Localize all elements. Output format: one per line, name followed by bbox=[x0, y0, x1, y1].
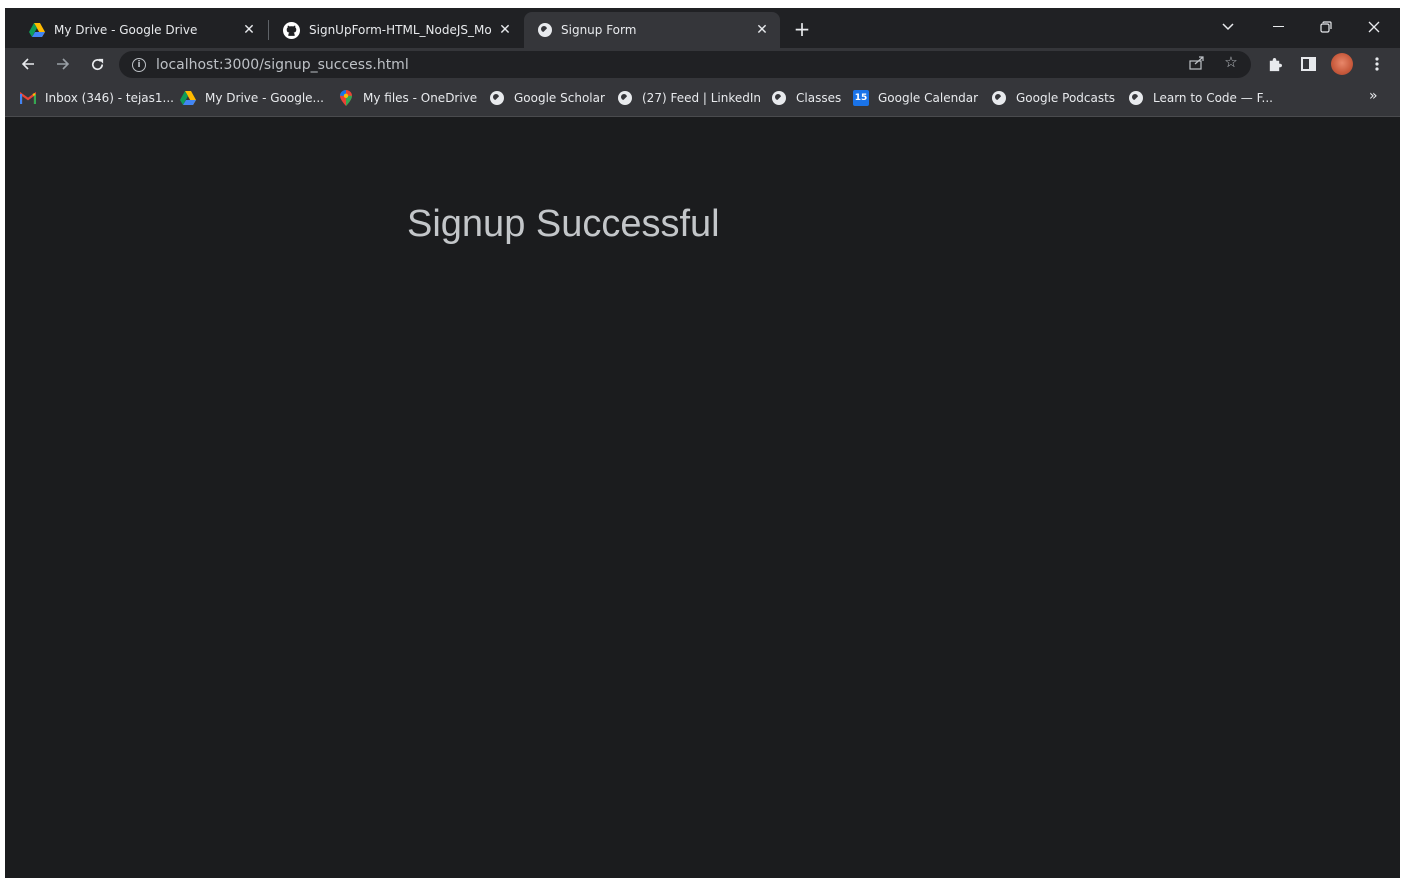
back-arrow-icon bbox=[21, 58, 34, 70]
bookmark-item[interactable]: Learn to Code — F... bbox=[1128, 89, 1273, 107]
close-icon[interactable]: ✕ bbox=[239, 20, 259, 40]
bookmark-item[interactable]: My Drive - Google... bbox=[180, 89, 324, 107]
bookmark-item[interactable]: My files - OneDrive bbox=[338, 89, 477, 107]
page-content: Signup Successful bbox=[5, 117, 1400, 878]
bookmark-label: (27) Feed | LinkedIn bbox=[642, 91, 762, 105]
bookmarks-bar: Inbox (346) - tejas1... My Drive - Googl… bbox=[5, 80, 1400, 117]
bookmark-item[interactable]: 15 Google Calendar bbox=[853, 89, 978, 107]
forward-button[interactable] bbox=[50, 51, 76, 77]
bookmark-label: Google Podcasts bbox=[1016, 91, 1116, 105]
tab-github[interactable]: SignUpForm-HTML_NodeJS_Mo ✕ bbox=[269, 12, 523, 48]
google-drive-icon bbox=[180, 90, 196, 106]
share-icon[interactable] bbox=[1187, 52, 1207, 72]
side-panel-icon[interactable] bbox=[1296, 52, 1320, 76]
google-drive-icon bbox=[29, 23, 45, 37]
tab-title: My Drive - Google Drive bbox=[54, 23, 198, 37]
bookmark-item[interactable]: (27) Feed | LinkedIn bbox=[617, 89, 761, 107]
profile-avatar[interactable] bbox=[1331, 53, 1353, 75]
tab-title: SignUpForm-HTML_NodeJS_Mo bbox=[309, 23, 492, 37]
close-icon[interactable]: ✕ bbox=[752, 20, 772, 40]
google-calendar-icon: 15 bbox=[853, 90, 869, 106]
reload-button[interactable] bbox=[84, 51, 110, 77]
bookmark-item[interactable]: Google Podcasts bbox=[991, 89, 1115, 107]
browser-window: My Drive - Google Drive ✕ SignUpForm-HTM… bbox=[5, 8, 1400, 878]
extensions-puzzle-icon[interactable] bbox=[1262, 52, 1286, 76]
globe-icon bbox=[1129, 91, 1143, 105]
globe-icon bbox=[490, 91, 504, 105]
minimize-button[interactable] bbox=[1262, 12, 1296, 42]
new-tab-button[interactable]: + bbox=[789, 16, 815, 42]
bookmark-label: Google Scholar bbox=[514, 91, 605, 105]
tab-strip: My Drive - Google Drive ✕ SignUpForm-HTM… bbox=[5, 8, 1400, 48]
maps-pin-icon bbox=[338, 90, 354, 106]
browser-toolbar: i localhost:3000/signup_success.html ☆ bbox=[5, 48, 1400, 80]
bookmark-label: My files - OneDrive bbox=[363, 91, 478, 105]
menu-kebab-icon[interactable] bbox=[1365, 52, 1389, 76]
bookmark-label: Learn to Code — F... bbox=[1153, 91, 1273, 105]
calendar-day: 15 bbox=[854, 93, 868, 103]
github-icon bbox=[283, 21, 300, 39]
globe-icon bbox=[538, 23, 552, 37]
bookmark-label: Inbox (346) - tejas1... bbox=[45, 91, 174, 105]
bookmark-label: My Drive - Google... bbox=[205, 91, 324, 105]
close-window-button[interactable] bbox=[1357, 12, 1391, 42]
bookmark-item[interactable]: Google Scholar bbox=[489, 89, 605, 107]
tab-search-chevron-down-icon[interactable] bbox=[1211, 12, 1245, 42]
back-button[interactable] bbox=[15, 51, 41, 77]
gmail-icon bbox=[20, 90, 36, 106]
reload-icon bbox=[91, 58, 103, 70]
site-info-icon[interactable]: i bbox=[132, 57, 146, 72]
bookmark-label: Classes bbox=[796, 91, 842, 105]
tab-signup-form[interactable]: Signup Form ✕ bbox=[524, 12, 780, 48]
globe-icon bbox=[992, 91, 1006, 105]
bookmark-label: Google Calendar bbox=[878, 91, 979, 105]
close-icon[interactable]: ✕ bbox=[495, 20, 515, 40]
screen-edge bbox=[1400, 0, 1405, 878]
address-bar[interactable]: i localhost:3000/signup_success.html bbox=[119, 51, 1251, 78]
bookmark-item[interactable]: Classes bbox=[771, 89, 841, 107]
globe-icon bbox=[618, 91, 632, 105]
page-title: Signup Successful bbox=[407, 203, 720, 245]
url-text: localhost:3000/signup_success.html bbox=[156, 56, 409, 73]
tab-google-drive[interactable]: My Drive - Google Drive ✕ bbox=[15, 12, 267, 48]
more-bookmarks-chevron-icon[interactable]: » bbox=[1369, 88, 1378, 104]
tab-title: Signup Form bbox=[561, 23, 637, 37]
forward-arrow-icon bbox=[57, 58, 70, 70]
bookmark-item[interactable]: Inbox (346) - tejas1... bbox=[20, 89, 174, 107]
globe-icon bbox=[772, 91, 786, 105]
bookmark-star-icon[interactable]: ☆ bbox=[1221, 52, 1241, 72]
restore-button[interactable] bbox=[1309, 12, 1343, 42]
